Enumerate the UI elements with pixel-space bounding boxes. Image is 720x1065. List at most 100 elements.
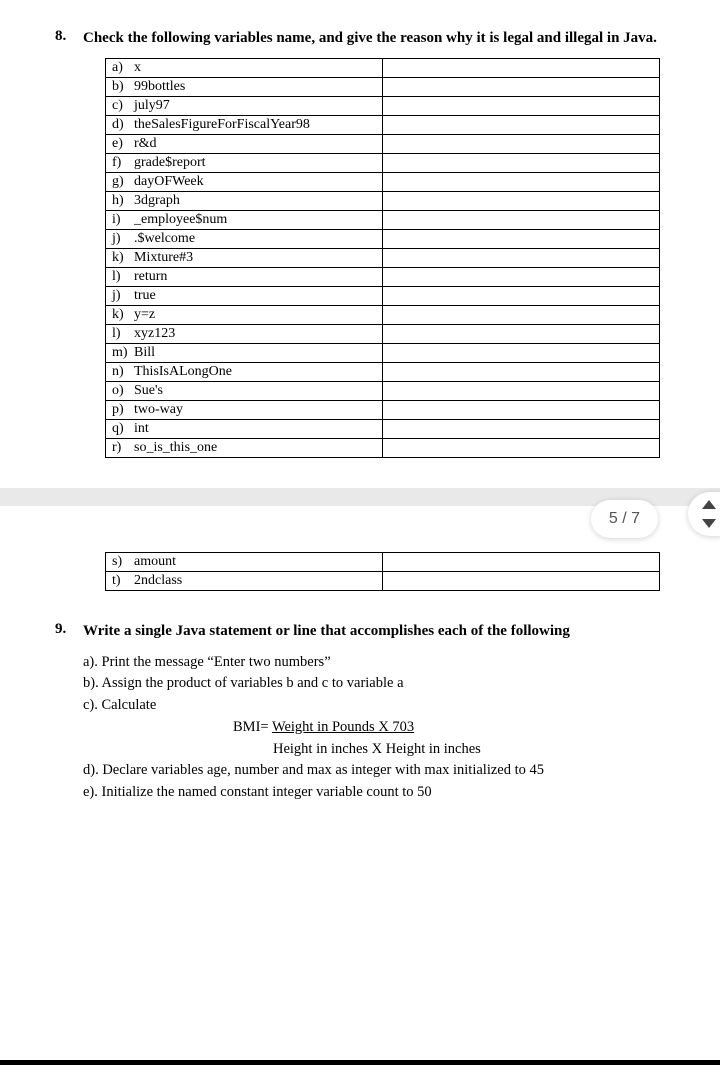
- variable-cell: p)two-way: [106, 401, 383, 420]
- reason-cell: [383, 116, 660, 135]
- table-row: f)grade$report: [106, 154, 660, 173]
- table-row: c)july97: [106, 97, 660, 116]
- variable-cell: k)y=z: [106, 306, 383, 325]
- q9-item-d: d). Declare variables age, number and ma…: [83, 760, 680, 782]
- reason-cell: [383, 268, 660, 287]
- variable-name: true: [134, 288, 156, 304]
- reason-cell: [383, 230, 660, 249]
- variable-cell: r)so_is_this_one: [106, 439, 383, 458]
- row-letter: b): [112, 79, 134, 95]
- variable-name: 3dgraph: [134, 193, 180, 209]
- variable-cell: s)amount: [106, 553, 383, 572]
- table-row: i)_employee$num: [106, 211, 660, 230]
- variable-cell: f)grade$report: [106, 154, 383, 173]
- reason-cell: [383, 439, 660, 458]
- row-letter: c): [112, 98, 134, 114]
- table-row: n)ThisIsALongOne: [106, 363, 660, 382]
- variable-name: two-way: [134, 402, 183, 418]
- q9-item-c: c). Calculate: [83, 695, 680, 717]
- footer-bar: [0, 1060, 720, 1065]
- row-letter: k): [112, 307, 134, 323]
- reason-cell: [383, 192, 660, 211]
- variable-cell: e)r&d: [106, 135, 383, 154]
- table-row: t)2ndclass: [106, 572, 660, 591]
- variable-cell: q)int: [106, 420, 383, 439]
- row-letter: q): [112, 421, 134, 437]
- variable-name: 2ndclass: [134, 573, 182, 589]
- q9-bmi-line2: Height in inches X Height in inches: [273, 739, 680, 761]
- reason-cell: [383, 249, 660, 268]
- variable-name: Sue's: [134, 383, 163, 399]
- question-8: 8. Check the following variables name, a…: [55, 28, 680, 48]
- q8-number: 8.: [55, 28, 83, 45]
- q9-number: 9.: [55, 621, 83, 638]
- q9-item-a: a). Print the message “Enter two numbers…: [83, 652, 680, 674]
- reason-cell: [383, 97, 660, 116]
- row-letter: l): [112, 269, 134, 285]
- table-row: e)r&d: [106, 135, 660, 154]
- table-row: j).$welcome: [106, 230, 660, 249]
- row-letter: p): [112, 402, 134, 418]
- q9-item-e: e). Initialize the named constant intege…: [83, 782, 680, 804]
- row-letter: d): [112, 117, 134, 133]
- variable-cell: o)Sue's: [106, 382, 383, 401]
- table-row: o)Sue's: [106, 382, 660, 401]
- table-row: s)amount: [106, 553, 660, 572]
- variable-name: july97: [134, 98, 170, 114]
- variable-name: theSalesFigureForFiscalYear98: [134, 117, 310, 133]
- q9-subitems: a). Print the message “Enter two numbers…: [83, 652, 680, 804]
- variable-cell: a)x: [106, 59, 383, 78]
- variable-name: Mixture#3: [134, 250, 193, 266]
- page-bottom: s)amountt)2ndclass 9. Write a single Jav…: [0, 506, 720, 824]
- table-row: a)x: [106, 59, 660, 78]
- variable-cell: t)2ndclass: [106, 572, 383, 591]
- page-up-button[interactable]: [702, 500, 716, 509]
- variable-name: x: [134, 60, 141, 76]
- row-letter: f): [112, 155, 134, 171]
- row-letter: j): [112, 288, 134, 304]
- q9-bmi-numerator: Weight in Pounds X 703: [272, 719, 414, 735]
- table-row: d)theSalesFigureForFiscalYear98: [106, 116, 660, 135]
- row-letter: e): [112, 136, 134, 152]
- row-letter: m): [112, 345, 134, 361]
- variable-name: r&d: [134, 136, 157, 152]
- table-row: q)int: [106, 420, 660, 439]
- reason-cell: [383, 553, 660, 572]
- q8-table-part1: a)xb)99bottlesc)july97d)theSalesFigureFo…: [105, 58, 660, 458]
- variable-name: grade$report: [134, 155, 206, 171]
- row-letter: g): [112, 174, 134, 190]
- variable-name: return: [134, 269, 167, 285]
- variable-cell: g)dayOFWeek: [106, 173, 383, 192]
- variable-cell: l)return: [106, 268, 383, 287]
- table-row: l)xyz123: [106, 325, 660, 344]
- question-9: 9. Write a single Java statement or line…: [55, 621, 680, 641]
- variable-name: amount: [134, 554, 176, 570]
- variable-name: 99bottles: [134, 79, 185, 95]
- variable-name: y=z: [134, 307, 155, 323]
- variable-cell: j)true: [106, 287, 383, 306]
- row-letter: s): [112, 554, 134, 570]
- reason-cell: [383, 78, 660, 97]
- variable-name: so_is_this_one: [134, 440, 217, 456]
- page-indicator: 5 / 7: [591, 500, 658, 538]
- reason-cell: [383, 173, 660, 192]
- row-letter: o): [112, 383, 134, 399]
- q9-item-b: b). Assign the product of variables b an…: [83, 673, 680, 695]
- table-row: k)Mixture#3: [106, 249, 660, 268]
- page-down-button[interactable]: [702, 519, 716, 528]
- row-letter: n): [112, 364, 134, 380]
- reason-cell: [383, 306, 660, 325]
- variable-cell: j).$welcome: [106, 230, 383, 249]
- variable-cell: l)xyz123: [106, 325, 383, 344]
- row-letter: t): [112, 573, 134, 589]
- reason-cell: [383, 287, 660, 306]
- row-letter: l): [112, 326, 134, 342]
- table-row: r)so_is_this_one: [106, 439, 660, 458]
- row-letter: j): [112, 231, 134, 247]
- q8-table-part2: s)amountt)2ndclass: [105, 552, 660, 591]
- row-letter: a): [112, 60, 134, 76]
- table-row: b)99bottles: [106, 78, 660, 97]
- table-row: h)3dgraph: [106, 192, 660, 211]
- page-top: 8. Check the following variables name, a…: [0, 0, 720, 488]
- row-letter: k): [112, 250, 134, 266]
